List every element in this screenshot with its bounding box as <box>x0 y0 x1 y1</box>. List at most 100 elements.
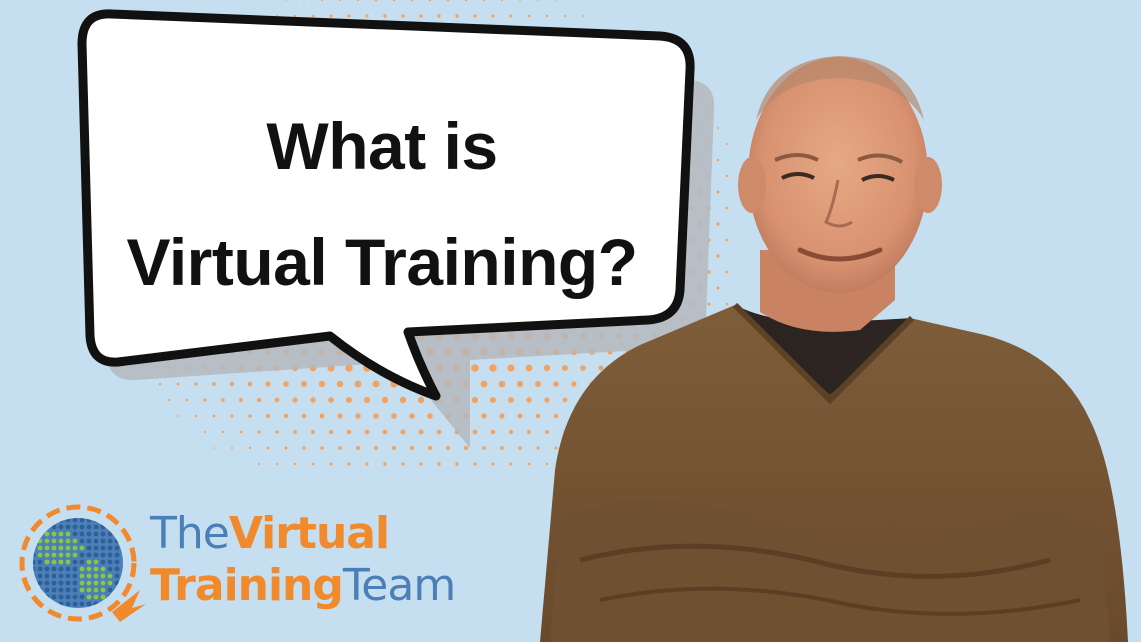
halftone-dot <box>527 430 531 434</box>
globe-dot <box>86 524 92 530</box>
globe-dot <box>65 566 71 572</box>
halftone-dot <box>364 429 370 435</box>
globe-dot <box>58 545 64 551</box>
halftone-dot <box>383 14 387 18</box>
globe-dot <box>93 524 99 530</box>
halftone-dot <box>545 430 549 434</box>
halftone-dot <box>177 415 179 417</box>
halftone-dot <box>445 445 451 451</box>
logo-line-1: TheVirtual <box>150 508 455 560</box>
halftone-dot <box>229 381 235 387</box>
halftone-dot <box>472 429 478 435</box>
globe-dot <box>79 580 85 586</box>
globe-dot <box>72 531 78 537</box>
globe-dot <box>100 580 106 586</box>
halftone-dot <box>301 381 307 387</box>
globe-dot <box>58 587 64 593</box>
globe-dot <box>51 594 57 600</box>
halftone-dot <box>373 413 379 419</box>
halftone-dot <box>346 397 352 403</box>
halftone-dot <box>365 14 369 18</box>
halftone-dot <box>319 413 325 419</box>
halftone-dot <box>545 462 549 466</box>
globe-dot <box>79 538 85 544</box>
globe-dot <box>37 573 43 579</box>
globe-dot <box>79 566 85 572</box>
halftone-dot <box>471 396 479 404</box>
globe-dot <box>58 559 64 565</box>
globe-dot <box>65 594 71 600</box>
globe-dot <box>37 552 43 558</box>
halftone-dot <box>480 380 488 388</box>
halftone-dot <box>239 430 243 434</box>
halftone-dot <box>203 398 207 402</box>
halftone-dot <box>516 380 524 388</box>
globe-dot <box>72 545 78 551</box>
halftone-dot <box>436 429 442 435</box>
halftone-dot <box>543 364 551 372</box>
halftone-dot <box>311 462 315 466</box>
halftone-dot <box>455 462 459 466</box>
halftone-dot <box>374 446 378 450</box>
globe-dot <box>58 573 64 579</box>
halftone-dot <box>582 15 584 17</box>
headline-line-1: What is <box>266 109 498 183</box>
halftone-dot <box>337 413 343 419</box>
globe-dot <box>86 538 92 544</box>
globe-dot <box>114 566 120 572</box>
globe-dot <box>114 573 120 579</box>
halftone-dot <box>266 414 270 418</box>
halftone-dot <box>328 397 334 403</box>
globe-dot <box>100 559 106 565</box>
globe-dot <box>51 538 57 544</box>
halftone-dot <box>553 413 559 419</box>
halftone-dot <box>535 381 541 387</box>
halftone-dot <box>498 380 506 388</box>
globe-dot <box>37 559 43 565</box>
globe-dot <box>51 566 57 572</box>
halftone-dot <box>320 446 324 450</box>
halftone-dot <box>401 462 405 466</box>
globe-dot <box>44 566 50 572</box>
globe-dot <box>44 531 50 537</box>
halftone-dot <box>274 397 280 403</box>
halftone-dot <box>301 413 307 419</box>
halftone-dot <box>365 462 369 466</box>
halftone-dot <box>580 365 586 371</box>
halftone-dot <box>248 414 252 418</box>
globe-dot <box>86 559 92 565</box>
globe-dot <box>65 545 71 551</box>
globe-dot <box>93 587 99 593</box>
halftone-dot <box>194 382 198 386</box>
globe-dot <box>79 552 85 558</box>
globe-dot <box>86 594 92 600</box>
globe-dot <box>58 594 64 600</box>
globe-dot <box>100 545 106 551</box>
globe-dot <box>72 524 78 530</box>
halftone-dot <box>716 190 720 194</box>
globe-dot <box>44 552 50 558</box>
halftone-dot <box>464 446 468 450</box>
globe-dot <box>86 552 92 558</box>
globe-dot <box>107 538 113 544</box>
globe-dot <box>37 566 43 572</box>
halftone-dot <box>354 380 362 388</box>
globe-dot <box>114 545 120 551</box>
globe-dot <box>100 566 106 572</box>
halftone-dot <box>409 413 415 419</box>
globe-dot <box>107 573 113 579</box>
halftone-dot <box>545 14 549 18</box>
globe-dot <box>107 580 113 586</box>
halftone-dot <box>508 397 514 403</box>
globe-dot <box>58 552 64 558</box>
halftone-dot <box>311 14 315 18</box>
globe-dot <box>51 552 57 558</box>
halftone-dot <box>329 14 333 18</box>
headline-line-2: Virtual Training? <box>126 225 638 299</box>
globe-dot <box>93 545 99 551</box>
globe-dot <box>72 580 78 586</box>
halftone-dot <box>213 447 215 449</box>
halftone-dot <box>427 445 433 451</box>
halftone-dot <box>346 429 352 435</box>
halftone-dot <box>527 462 531 466</box>
